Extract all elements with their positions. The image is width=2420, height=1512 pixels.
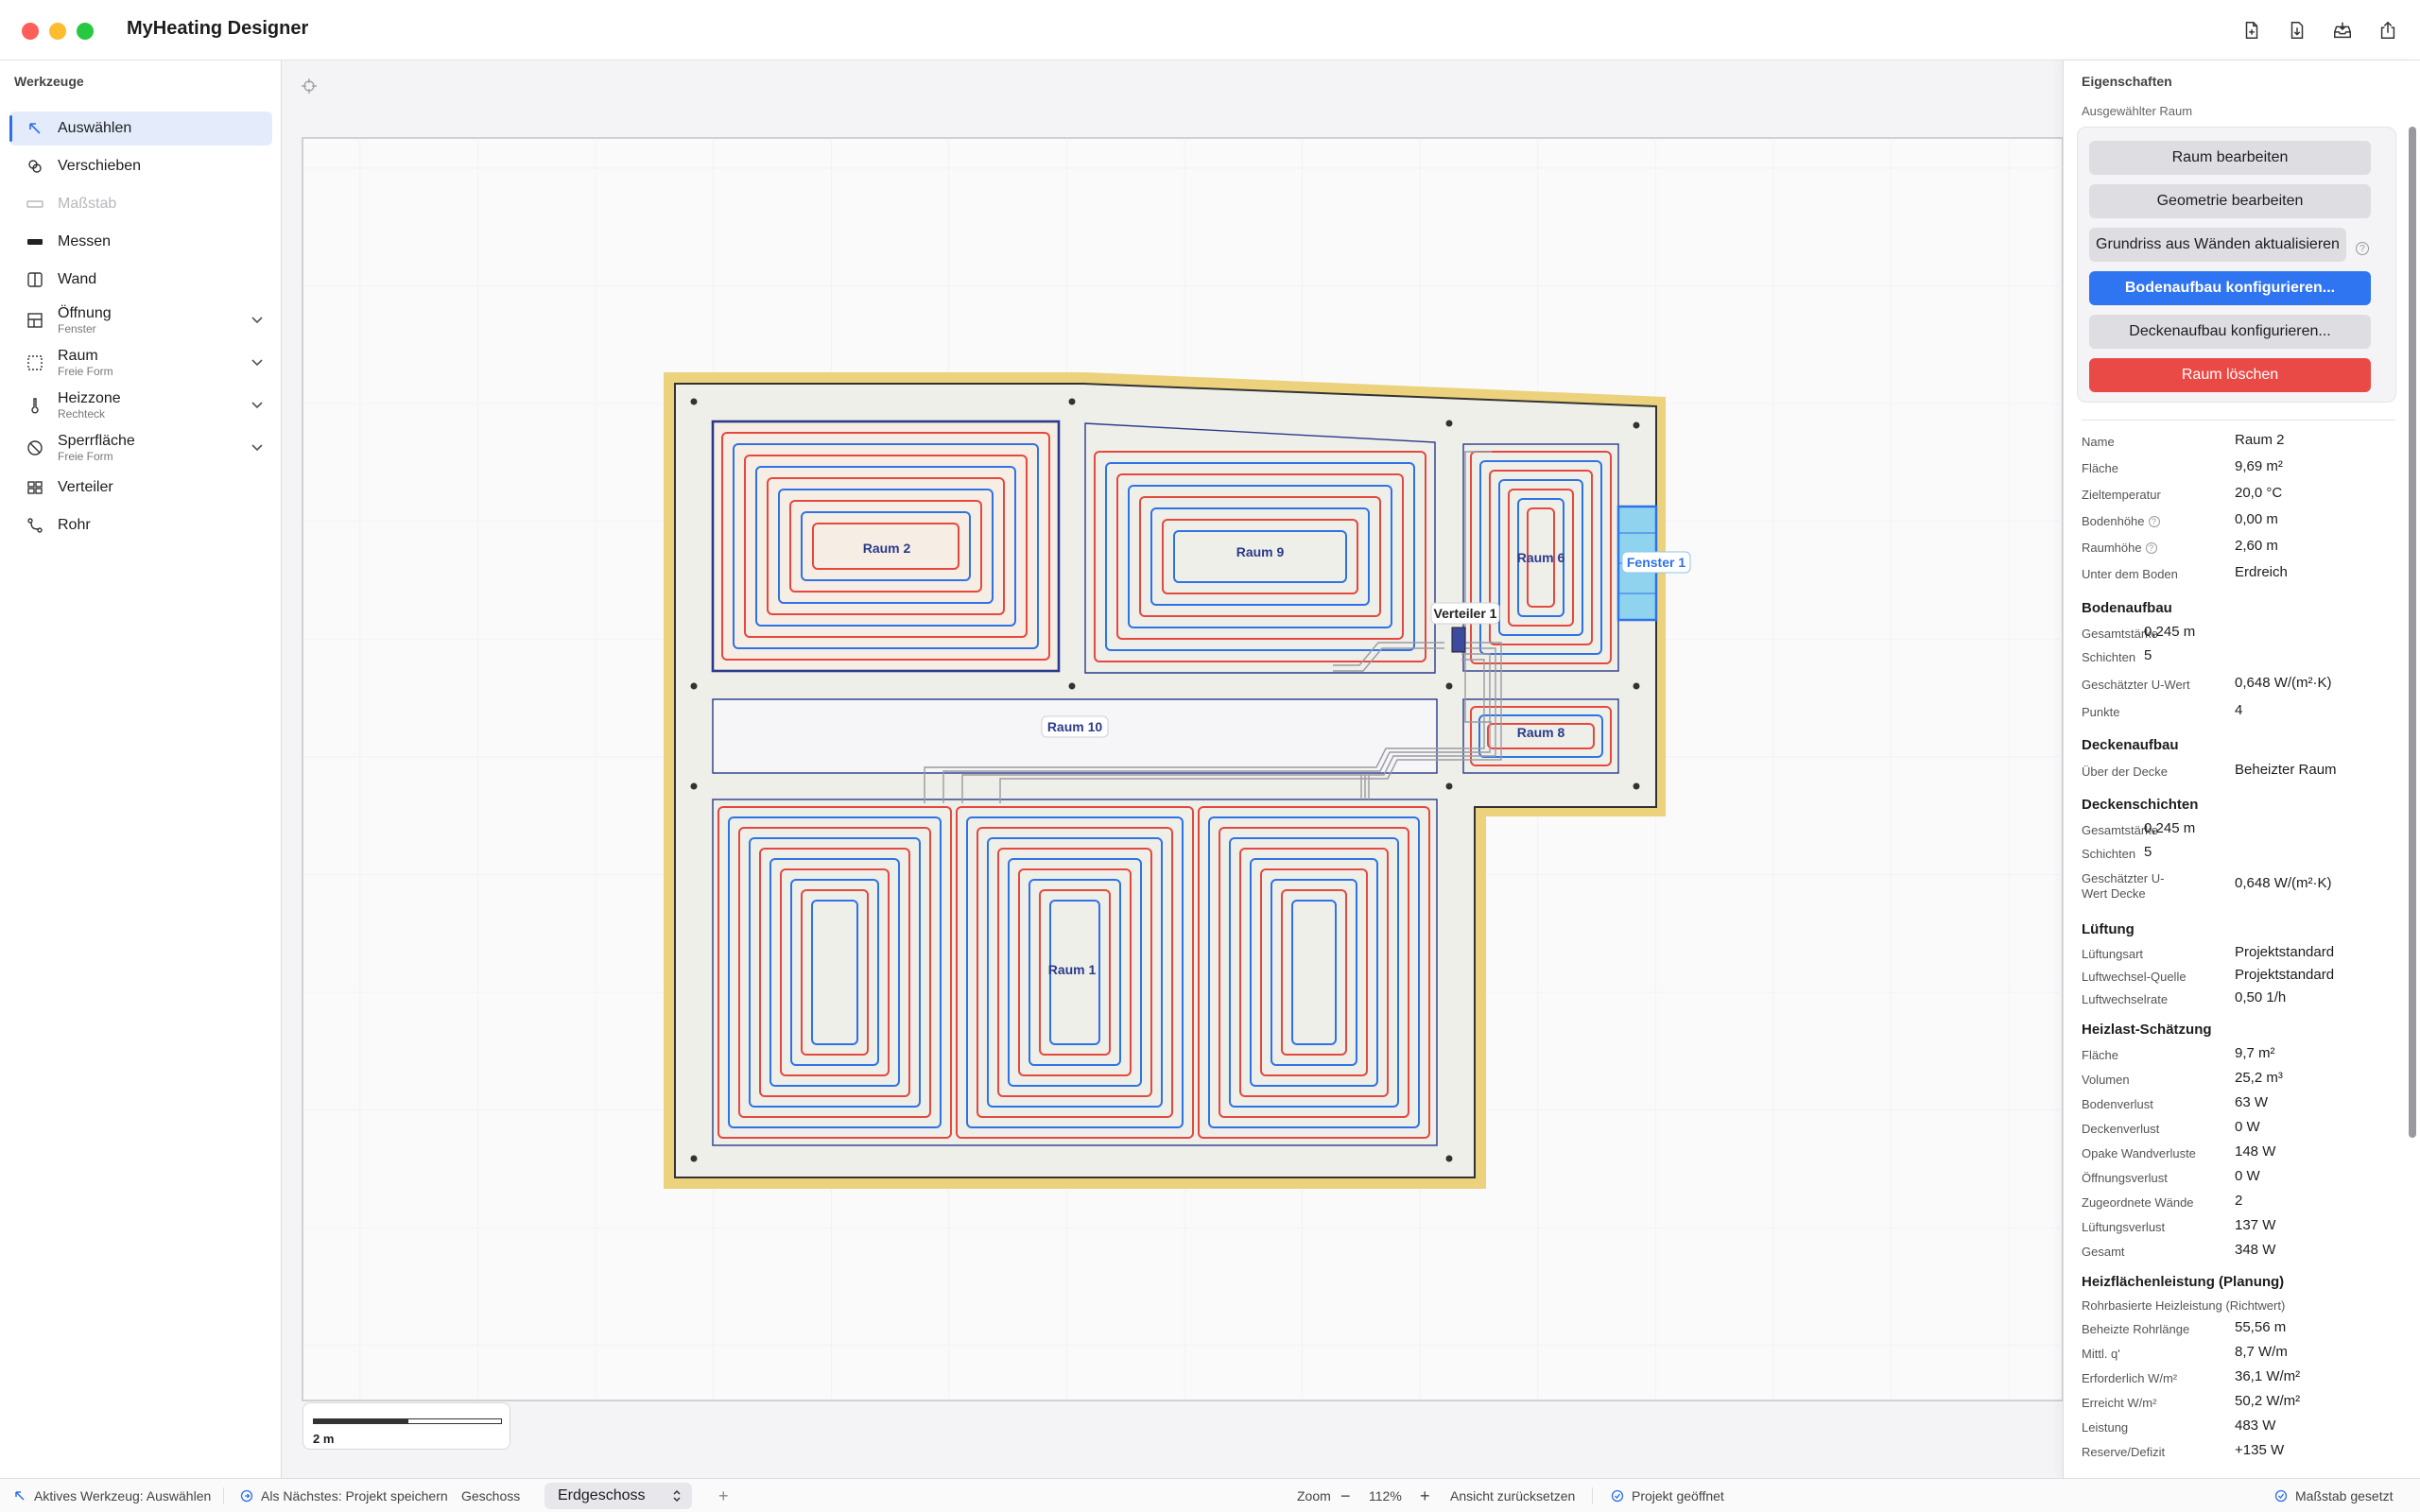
new-document-button[interactable] — [2231, 9, 2273, 51]
tool-distributor[interactable]: Verteiler — [9, 471, 272, 505]
scale-label: 2 m — [313, 1432, 335, 1446]
tool-move[interactable]: Verschieben — [9, 149, 272, 183]
room-icon — [26, 354, 43, 371]
delete-room-button[interactable]: Raum löschen — [2089, 358, 2371, 392]
tool-pipe[interactable]: Rohr — [9, 508, 272, 542]
wall-icon — [26, 271, 43, 288]
chevron-down-icon[interactable] — [250, 397, 265, 412]
tool-opening[interactable]: Öffnung Fenster — [9, 301, 272, 339]
room-label-raum10[interactable]: Raum 10 — [1047, 719, 1103, 734]
close-window-button[interactable] — [22, 23, 39, 40]
zoom-label: Zoom — [1297, 1488, 1331, 1503]
surface-subtitle: Rohrbasierte Heizleistung (Richtwert) — [2082, 1298, 2286, 1313]
chevron-down-icon[interactable] — [250, 439, 265, 455]
opening-icon — [26, 312, 43, 329]
chevron-down-icon[interactable] — [250, 354, 265, 369]
zoom-in-button[interactable]: + — [1420, 1479, 1430, 1512]
blocked-icon — [26, 439, 43, 456]
section-ventilation: Lüftung — [2082, 921, 2135, 937]
new-document-icon — [2245, 22, 2258, 39]
info-icon[interactable]: ? — [2356, 242, 2369, 255]
floor-plan-canvas[interactable]: Raum 2 Raum 9 Raum 6 Raum 8 Raum 1 Raum … — [282, 60, 2063, 1478]
thermometer-icon — [26, 397, 43, 414]
download-icon — [2334, 22, 2351, 39]
share-button[interactable] — [2367, 9, 2409, 51]
next-step-status[interactable]: Als Nächstes: Projekt speichern — [240, 1479, 448, 1512]
window-label[interactable]: Fenster 1 — [1627, 555, 1685, 570]
check-circle-icon — [2274, 1489, 2288, 1503]
download-button[interactable] — [2322, 9, 2363, 51]
toolbar — [2231, 9, 2409, 51]
pipe-icon — [26, 517, 43, 534]
tools-heading: Werkzeuge — [14, 74, 84, 89]
room-label-raum6[interactable]: Raum 6 — [1517, 550, 1565, 565]
section-surface-output: Heizflächenleistung (Planung) — [2082, 1274, 2285, 1290]
share-icon — [2380, 21, 2395, 39]
import-icon — [2290, 22, 2304, 39]
edit-geometry-button[interactable]: Geometrie bearbeiten — [2089, 184, 2371, 218]
tool-list: Auswählen Verschieben Maßstab Messen Wan… — [9, 112, 272, 546]
arrow-circle-icon — [240, 1489, 253, 1503]
scale-bar: 2 m — [302, 1402, 510, 1450]
room-label-raum8[interactable]: Raum 8 — [1517, 725, 1565, 740]
zoom-out-button[interactable]: − — [1340, 1479, 1351, 1512]
move-icon — [26, 158, 43, 175]
select-arrow-icon — [26, 120, 43, 137]
section-heat-load: Heizlast-Schätzung — [2082, 1022, 2212, 1038]
floor-plan[interactable]: Raum 2 Raum 9 Raum 6 Raum 8 Raum 1 Raum … — [282, 60, 2063, 1478]
tool-blocked-area[interactable]: Sperrfläche Freie Form — [9, 428, 272, 467]
help-icon[interactable]: ? — [2148, 516, 2160, 527]
room-label-raum2[interactable]: Raum 2 — [863, 541, 911, 556]
status-bar: Aktives Werkzeug: Auswählen Als Nächstes… — [0, 1478, 2420, 1512]
panel-scrollbar[interactable] — [2409, 127, 2416, 1138]
title-bar: MyHeating Designer — [0, 0, 2420, 60]
selected-room-caption: Ausgewählter Raum — [2082, 104, 2193, 118]
tool-measure[interactable]: Messen — [9, 225, 272, 259]
section-ceiling-layers: Deckenschichten — [2082, 797, 2199, 813]
section-floor-build: Bodenaufbau — [2082, 600, 2172, 616]
configure-ceiling-button[interactable]: Deckenaufbau konfigurieren... — [2089, 315, 2371, 349]
add-floor-button[interactable]: + — [718, 1479, 729, 1512]
tool-room[interactable]: Raum Freie Form — [9, 343, 272, 382]
tool-scale[interactable]: Maßstab — [9, 187, 272, 221]
help-icon[interactable]: ? — [2145, 542, 2157, 554]
tool-heating-zone[interactable]: Heizzone Rechteck — [9, 386, 272, 424]
section-ceiling-build: Deckenaufbau — [2082, 737, 2179, 753]
distributor-1[interactable] — [1451, 627, 1466, 653]
floor-select[interactable]: Erdgeschoss — [544, 1483, 692, 1509]
distributor-icon — [26, 479, 43, 496]
distributor-label[interactable]: Verteiler 1 — [1434, 606, 1497, 621]
room-label-raum9[interactable]: Raum 9 — [1236, 544, 1285, 559]
reset-view-button[interactable]: Ansicht zurücksetzen — [1450, 1479, 1575, 1512]
project-status: Projekt geöffnet — [1611, 1479, 1724, 1512]
tools-sidebar: Werkzeuge Auswählen Verschieben Maßstab … — [0, 60, 282, 1478]
properties-heading: Eigenschaften — [2082, 74, 2172, 89]
zoom-value: 112% — [1369, 1488, 1402, 1503]
edit-room-button[interactable]: Raum bearbeiten — [2089, 141, 2371, 175]
app-title: MyHeating Designer — [127, 18, 309, 39]
updown-chevron-icon — [673, 1489, 681, 1503]
ruler-icon — [26, 196, 43, 213]
room-label-raum1[interactable]: Raum 1 — [1048, 962, 1097, 977]
update-outline-button[interactable]: Grundriss aus Wänden aktualisieren — [2089, 228, 2346, 262]
scale-status: Maßstab gesetzt — [2274, 1479, 2394, 1512]
tool-wall[interactable]: Wand — [9, 263, 272, 297]
check-circle-icon — [1611, 1489, 1624, 1503]
zoom-window-button[interactable] — [77, 23, 94, 40]
floor-label: Geschoss — [461, 1488, 521, 1503]
room-actions: Raum bearbeiten Geometrie bearbeiten Gru… — [2077, 127, 2396, 403]
import-button[interactable] — [2276, 9, 2318, 51]
properties-panel: Eigenschaften Ausgewählter Raum Raum bea… — [2063, 60, 2420, 1478]
minimize-window-button[interactable] — [49, 23, 66, 40]
select-arrow-icon — [15, 1491, 25, 1501]
measure-icon — [26, 233, 43, 250]
chevron-down-icon[interactable] — [250, 312, 265, 327]
tool-select[interactable]: Auswählen — [9, 112, 272, 146]
active-tool-status: Aktives Werkzeug: Auswählen — [13, 1479, 211, 1512]
configure-floor-button[interactable]: Bodenaufbau konfigurieren... — [2089, 271, 2371, 305]
